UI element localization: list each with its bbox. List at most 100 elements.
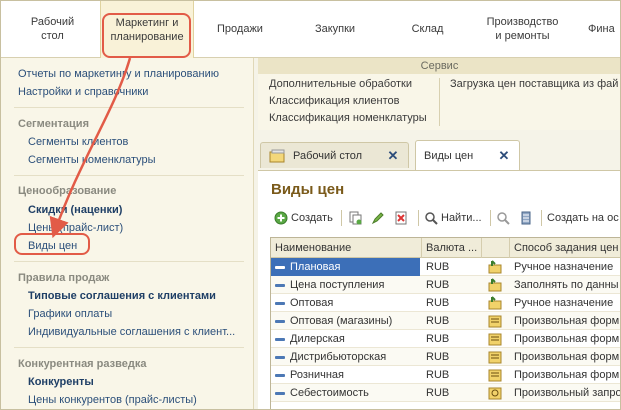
table-row[interactable]: Себестоимость RUB Произвольный запро xyxy=(271,384,620,402)
close-icon[interactable]: ✕ xyxy=(497,148,511,163)
cell-currency: RUB xyxy=(426,297,450,309)
sidebar-link-item-segments[interactable]: Сегменты номенклатуры xyxy=(28,154,156,166)
column-header-name[interactable]: Наименование xyxy=(271,238,422,258)
sidebar-link-payment-schedules[interactable]: Графики оплаты xyxy=(28,308,112,320)
delete-button[interactable] xyxy=(394,207,408,229)
menu-tab-purchases[interactable]: Закупки xyxy=(300,0,370,58)
sidebar-link-marketing-reports[interactable]: Отчеты по маркетингу и планированию xyxy=(18,68,219,80)
cell-currency: RUB xyxy=(426,369,450,381)
sidebar-link-competitors[interactable]: Конкуренты xyxy=(28,376,94,388)
column-header-icon[interactable] xyxy=(482,238,510,258)
formula-price-icon xyxy=(488,351,502,364)
cancel-search-button[interactable] xyxy=(496,207,510,229)
cell-method: Произвольная форм xyxy=(514,369,620,381)
table-row[interactable]: Цена поступления RUB Заполнять по данны xyxy=(271,276,620,294)
sidebar-link-settings[interactable]: Настройки и справочники xyxy=(18,86,148,98)
sidebar-heading-sales-rules: Правила продаж xyxy=(18,272,110,284)
desktop-icon xyxy=(269,149,285,162)
query-price-icon xyxy=(488,387,502,400)
table-header: Наименование Валюта ... Способ задания ц… xyxy=(271,238,620,258)
toolbar: Создать Найти... Создать на ос xyxy=(268,207,621,229)
cell-currency: RUB xyxy=(426,315,450,327)
doc-tab-price-types[interactable]: Виды цен ✕ xyxy=(415,140,520,170)
item-marker-icon xyxy=(275,265,285,269)
doc-tab-desktop[interactable]: Рабочий стол ✕ xyxy=(260,142,409,168)
menu-tab-finance[interactable]: Фина xyxy=(588,0,621,58)
search-icon xyxy=(425,212,438,225)
table-row[interactable]: Розничная RUB Произвольная форм xyxy=(271,366,620,384)
cell-currency: RUB xyxy=(426,279,450,291)
item-marker-icon xyxy=(275,301,285,305)
column-header-currency[interactable]: Валюта ... xyxy=(422,238,482,258)
sidebar: Отчеты по маркетингу и планированию Наст… xyxy=(0,58,254,410)
cell-method: Произвольная форм xyxy=(514,315,620,327)
toolbar-separator xyxy=(418,210,419,226)
table-row[interactable]: Дилерская RUB Произвольная форм xyxy=(271,330,620,348)
table-row[interactable]: Оптовая RUB Ручное назначение xyxy=(271,294,620,312)
list-icon xyxy=(521,211,531,225)
service-link-extra-processing[interactable]: Дополнительные обработки xyxy=(269,78,412,90)
sidebar-link-client-segments[interactable]: Сегменты клиентов xyxy=(28,136,128,148)
cell-name: Оптовая xyxy=(271,294,420,312)
formula-price-icon xyxy=(488,315,502,328)
sidebar-link-standard-agreements[interactable]: Типовые соглашения с клиентами xyxy=(28,290,216,302)
sidebar-heading-pricing: Ценообразование xyxy=(18,185,117,197)
menu-tab-warehouse[interactable]: Склад xyxy=(395,0,460,58)
service-link-load-supplier-prices[interactable]: Загрузка цен поставщика из фай xyxy=(450,78,618,90)
cell-currency: RUB xyxy=(426,333,450,345)
copy-icon xyxy=(349,211,362,225)
sidebar-link-competitor-prices[interactable]: Цены конкурентов (прайс-листы) xyxy=(28,394,197,406)
toolbar-separator xyxy=(490,210,491,226)
list-button[interactable] xyxy=(519,207,533,229)
sidebar-divider xyxy=(14,347,244,348)
cell-currency: RUB xyxy=(426,261,450,273)
item-marker-icon xyxy=(275,355,285,359)
find-label: Найти... xyxy=(441,212,482,224)
menu-tab-sales[interactable]: Продажи xyxy=(205,0,275,58)
cell-method: Заполнять по данны xyxy=(514,279,619,291)
menu-tab-production[interactable]: Производство и ремонты xyxy=(475,0,570,58)
sidebar-link-price-list[interactable]: Цены (прайс-лист) xyxy=(28,222,123,234)
cell-method: Ручное назначение xyxy=(514,297,614,309)
create-button[interactable]: Создать xyxy=(274,207,333,229)
item-marker-icon xyxy=(275,373,285,377)
sidebar-heading-segmentation: Сегментация xyxy=(18,118,89,130)
menu-tab-desktop[interactable]: Рабочий стол xyxy=(10,0,95,58)
cell-name: Дилерская xyxy=(271,330,420,348)
cell-name: Оптовая (магазины) xyxy=(271,312,420,330)
pencil-icon xyxy=(371,212,384,225)
sidebar-link-individual-agreements[interactable]: Индивидуальные соглашения с клиент... xyxy=(28,326,235,338)
create-based-on-button[interactable]: Создать на ос xyxy=(547,207,619,229)
toolbar-separator xyxy=(541,210,542,226)
column-header-method[interactable]: Способ задания цен xyxy=(510,238,620,258)
toolbar-separator xyxy=(341,210,342,226)
edit-button[interactable] xyxy=(371,207,385,229)
item-marker-icon xyxy=(275,283,285,287)
sidebar-link-price-types[interactable]: Виды цен xyxy=(28,240,77,252)
close-icon[interactable]: ✕ xyxy=(386,148,400,163)
menu-tab-marketing[interactable]: Маркетинг и планирование xyxy=(100,0,194,58)
cell-name: Плановая xyxy=(271,258,420,276)
find-button[interactable]: Найти... xyxy=(424,207,482,229)
top-menu-bar: Рабочий стол Маркетинг и планирование Пр… xyxy=(0,0,621,58)
search-cancel-icon xyxy=(497,212,510,225)
cell-method: Произвольная форм xyxy=(514,333,620,345)
sidebar-link-discounts[interactable]: Скидки (наценки) xyxy=(28,204,122,216)
service-link-item-classification[interactable]: Классификация номенклатуры xyxy=(269,112,427,124)
item-marker-icon xyxy=(275,337,285,341)
service-link-client-classification[interactable]: Классификация клиентов xyxy=(269,95,399,107)
create-label: Создать xyxy=(291,212,333,224)
cell-name: Цена поступления xyxy=(271,276,420,294)
service-divider xyxy=(439,78,440,126)
cell-name: Себестоимость xyxy=(271,384,420,402)
item-marker-icon xyxy=(275,391,285,395)
cell-method: Ручное назначение xyxy=(514,261,614,273)
table-row[interactable]: Плановая RUB Ручное назначение xyxy=(271,258,620,276)
cell-currency: RUB xyxy=(426,351,450,363)
table-row[interactable]: Дистрибьюторская RUB Произвольная форм xyxy=(271,348,620,366)
doc-tab-label: Виды цен xyxy=(424,149,474,162)
copy-button[interactable] xyxy=(348,207,362,229)
page-title: Виды цен xyxy=(271,181,345,198)
table-row[interactable]: Оптовая (магазины) RUB Произвольная форм xyxy=(271,312,620,330)
sidebar-divider xyxy=(14,175,244,176)
